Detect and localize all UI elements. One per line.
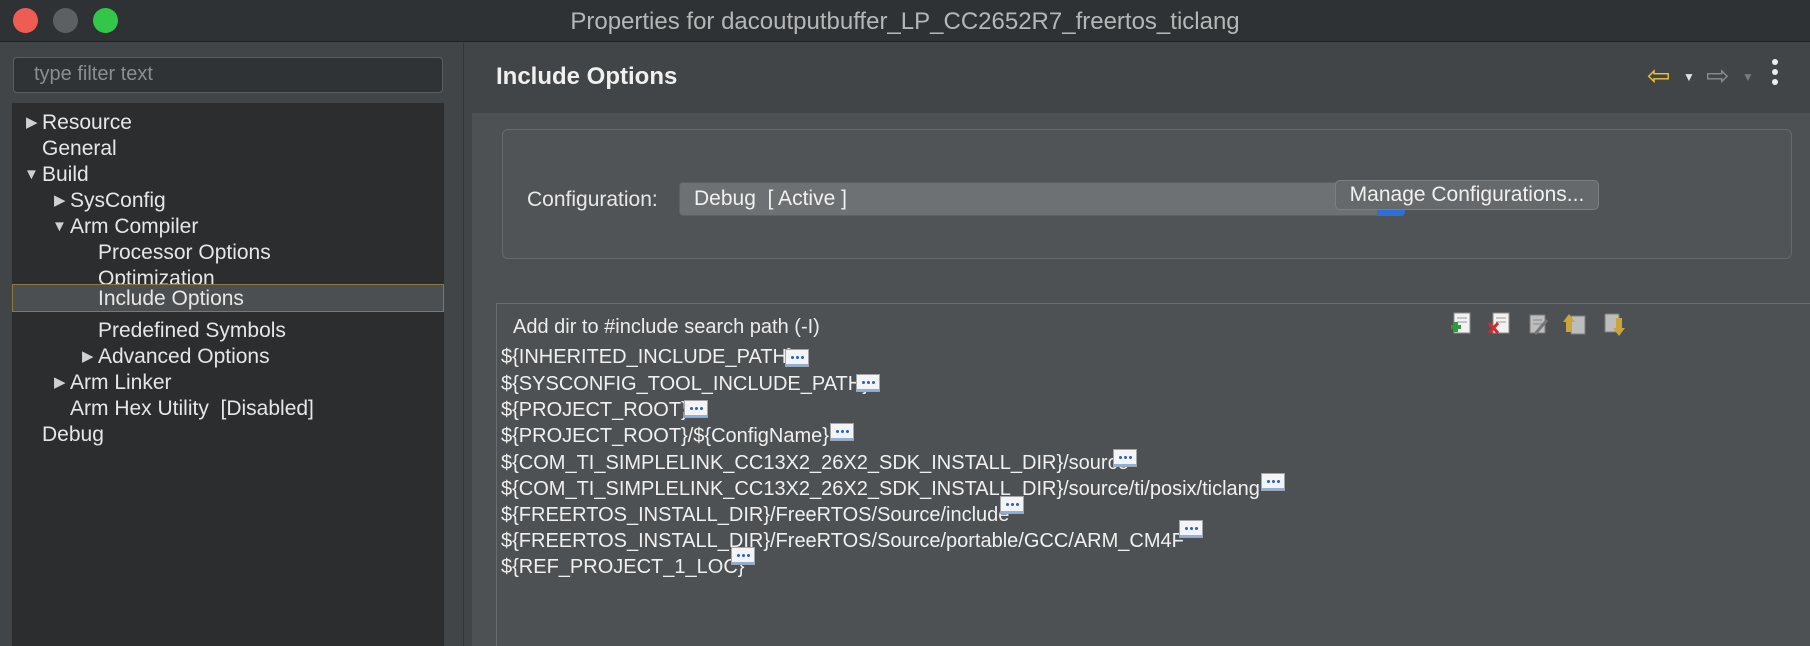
include-path-text: ${SYSCONFIG_TOOL_INCLUDE_PATH} bbox=[501, 373, 869, 395]
tree-item-label: Arm Compiler bbox=[70, 215, 199, 238]
include-paths-title: Add dir to #include search path (-I) bbox=[513, 316, 820, 338]
edit-variable-button[interactable] bbox=[1000, 496, 1024, 514]
tree-item-advanced-options[interactable]: ▶ Advanced Options bbox=[12, 343, 444, 371]
include-path-text: ${INHERITED_INCLUDE_PATH} bbox=[501, 346, 794, 368]
edit-variable-button[interactable] bbox=[1113, 449, 1137, 467]
tree-item-label: Resource bbox=[42, 111, 132, 134]
include-paths-panel: Add dir to #include search path (-I) ${I… bbox=[496, 303, 1810, 646]
collapse-arrow-icon[interactable]: ▼ bbox=[24, 161, 39, 189]
title-bar: Properties for dacoutputbuffer_LP_CC2652… bbox=[0, 0, 1810, 42]
tree-item-label: Build bbox=[42, 163, 89, 186]
configuration-value: Debug [ Active ] bbox=[694, 187, 847, 210]
tree-item-label: Debug bbox=[42, 423, 104, 446]
page-title: Include Options bbox=[496, 63, 678, 90]
tree-item-label: Predefined Symbols bbox=[98, 319, 286, 342]
tree-item-label: Include Options bbox=[98, 287, 244, 310]
include-path-text: ${COM_TI_SIMPLELINK_CC13X2_26X2_SDK_INST… bbox=[501, 452, 1129, 474]
tree-item-processor-options[interactable]: Processor Options bbox=[12, 239, 444, 267]
window-title: Properties for dacoutputbuffer_LP_CC2652… bbox=[570, 8, 1240, 35]
more-vertical-icon[interactable] bbox=[1769, 59, 1781, 93]
edit-variable-button[interactable] bbox=[830, 423, 854, 441]
forward-arrow-icon[interactable]: ⇨ bbox=[1706, 61, 1729, 91]
add-path-icon[interactable] bbox=[1449, 310, 1475, 338]
include-path-text: ${FREERTOS_INSTALL_DIR}/FreeRTOS/Source/… bbox=[501, 530, 1184, 552]
include-path-text: ${REF_PROJECT_1_LOC} bbox=[501, 556, 745, 578]
edit-variable-button[interactable] bbox=[1179, 520, 1203, 538]
tree-item-label: Advanced Options bbox=[98, 345, 270, 368]
edit-variable-button[interactable] bbox=[684, 400, 708, 418]
configuration-select[interactable]: Debug [ Active ] ▲▼ bbox=[679, 182, 1405, 216]
filter-input[interactable]: type filter text bbox=[13, 57, 443, 93]
edit-variable-button[interactable] bbox=[785, 349, 809, 367]
manage-configurations-button[interactable]: Manage Configurations... bbox=[1335, 180, 1599, 210]
tree-item-label: Arm Linker bbox=[70, 371, 172, 394]
include-path-text: ${PROJECT_ROOT}/${ConfigName} bbox=[501, 425, 829, 447]
navigation-pane: type filter text ▶ Resource General ▼ Bu… bbox=[0, 43, 464, 646]
property-tree: ▶ Resource General ▼ Build ▶ SysConfig ▼… bbox=[12, 103, 444, 646]
edit-variable-button[interactable] bbox=[856, 374, 880, 392]
tree-item-include-options[interactable]: Include Options bbox=[12, 284, 444, 312]
edit-variable-button[interactable] bbox=[731, 547, 755, 565]
back-arrow-icon[interactable]: ⇦ bbox=[1647, 61, 1670, 91]
delete-path-icon[interactable] bbox=[1487, 310, 1513, 338]
tree-item-arm-linker[interactable]: ▶ Arm Linker bbox=[12, 369, 444, 397]
include-path-text: ${FREERTOS_INSTALL_DIR}/FreeRTOS/Source/… bbox=[501, 504, 1010, 526]
tree-item-arm-compiler[interactable]: ▼ Arm Compiler bbox=[12, 213, 444, 241]
move-down-icon[interactable] bbox=[1601, 310, 1627, 338]
tree-item-build[interactable]: ▼ Build bbox=[12, 161, 444, 189]
include-path-text: ${PROJECT_ROOT} bbox=[501, 399, 688, 421]
expand-arrow-icon[interactable]: ▶ bbox=[82, 343, 94, 371]
tree-item-resource[interactable]: ▶ Resource bbox=[12, 109, 444, 137]
configuration-label: Configuration: bbox=[527, 188, 658, 211]
tree-item-general[interactable]: General bbox=[12, 135, 444, 163]
tree-item-label: SysConfig bbox=[70, 189, 166, 212]
tree-item-label: Arm Hex Utility [Disabled] bbox=[70, 397, 314, 420]
edit-path-icon[interactable] bbox=[1525, 310, 1551, 338]
tree-item-label: General bbox=[42, 137, 117, 160]
configuration-panel: Configuration: Debug [ Active ] ▲▼ Manag… bbox=[502, 129, 1792, 259]
tree-item-label: Processor Options bbox=[98, 241, 271, 264]
include-path-text: ${COM_TI_SIMPLELINK_CC13X2_26X2_SDK_INST… bbox=[501, 478, 1260, 500]
tree-item-sysconfig[interactable]: ▶ SysConfig bbox=[12, 187, 444, 215]
expand-arrow-icon[interactable]: ▶ bbox=[54, 187, 66, 215]
back-history-dropdown-icon[interactable]: ▼ bbox=[1683, 70, 1695, 84]
move-up-icon[interactable] bbox=[1563, 310, 1589, 338]
tree-item-predefined-symbols[interactable]: Predefined Symbols bbox=[12, 317, 444, 345]
expand-arrow-icon[interactable]: ▶ bbox=[26, 109, 38, 137]
expand-arrow-icon[interactable]: ▶ bbox=[54, 369, 66, 397]
forward-history-dropdown-icon[interactable]: ▼ bbox=[1742, 70, 1754, 84]
edit-variable-button[interactable] bbox=[1261, 473, 1285, 491]
content-pane: Include Options ⇦ ▼ ⇨ ▼ Configuration: D… bbox=[472, 43, 1810, 646]
tree-item-debug[interactable]: Debug bbox=[12, 421, 444, 449]
collapse-arrow-icon[interactable]: ▼ bbox=[52, 213, 67, 241]
tree-item-arm-hex-utility[interactable]: Arm Hex Utility [Disabled] bbox=[12, 395, 444, 423]
page-header: Include Options ⇦ ▼ ⇨ ▼ bbox=[472, 43, 1810, 113]
